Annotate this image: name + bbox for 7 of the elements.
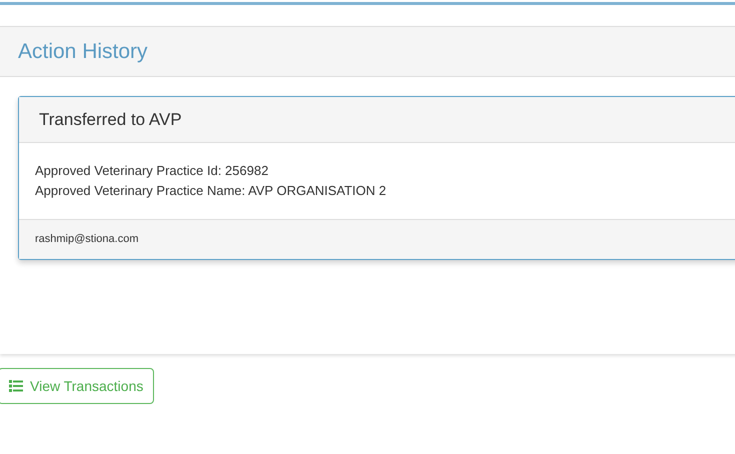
action-user: rashmip@stiona.com xyxy=(35,232,138,248)
panel-title: Action History xyxy=(18,38,148,65)
view-transactions-button[interactable]: View Transactions xyxy=(0,368,154,404)
list-icon xyxy=(9,380,23,392)
action-title: Transferred to AVP xyxy=(39,108,182,131)
action-detail: Approved Veterinary Practice Name: AVP ORGANISATION 2 xyxy=(35,182,388,200)
action-detail: Approved Veterinary Practice Id: 256982 xyxy=(35,162,270,180)
